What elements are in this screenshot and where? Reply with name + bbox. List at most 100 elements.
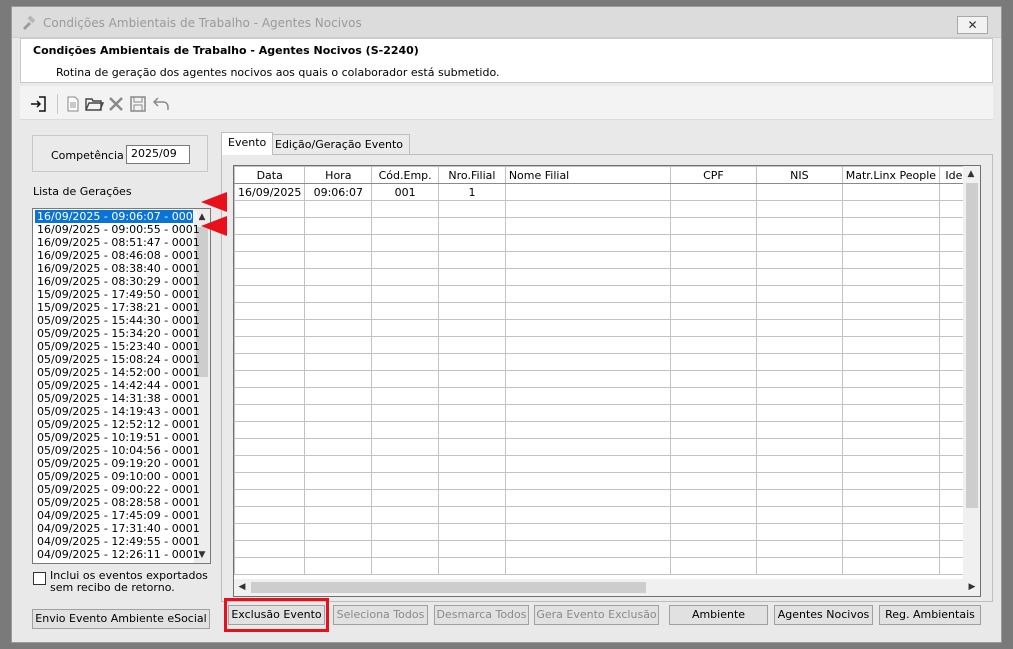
grid-hscroll-thumb[interactable] bbox=[251, 582, 646, 593]
exit-icon[interactable] bbox=[28, 94, 48, 114]
table-row[interactable] bbox=[234, 353, 980, 371]
geracao-list-item[interactable]: 16/09/2025 - 09:06:07 - 0001 bbox=[35, 210, 200, 223]
events-grid[interactable]: Data Hora Cód.Emp. Nro.Filial Nome Filial CPF… bbox=[233, 165, 981, 597]
geracao-list-item[interactable]: 05/09/2025 - 09:00:22 - 0001 bbox=[35, 483, 202, 496]
geracao-list-item[interactable]: 04/09/2025 - 12:49:55 - 0001 bbox=[35, 535, 202, 548]
table-cell bbox=[234, 319, 306, 337]
column-header[interactable]: Cód.Emp. bbox=[371, 166, 440, 184]
table-row[interactable] bbox=[234, 557, 980, 575]
table-row[interactable] bbox=[234, 285, 980, 303]
table-row[interactable] bbox=[234, 370, 980, 388]
reg-ambientais-button[interactable]: Reg. Ambientais bbox=[879, 605, 981, 625]
table-cell bbox=[755, 421, 843, 439]
geracao-list-item[interactable]: 05/09/2025 - 14:19:43 - 0001 bbox=[35, 405, 202, 418]
table-row[interactable] bbox=[234, 234, 980, 252]
geracao-list-item[interactable]: 16/09/2025 - 08:38:40 - 0001 bbox=[35, 262, 202, 275]
table-row[interactable] bbox=[234, 319, 980, 337]
geracao-list-item[interactable]: 05/09/2025 - 09:10:00 - 0001 bbox=[35, 470, 202, 483]
geracao-list-item[interactable]: 04/09/2025 - 17:31:40 - 0001 bbox=[35, 522, 202, 535]
delete-icon[interactable] bbox=[106, 94, 126, 114]
grid-horizontal-scrollbar[interactable]: ◀ ▶ bbox=[234, 579, 980, 596]
geracao-list-item[interactable]: 05/09/2025 - 08:28:58 - 0001 bbox=[35, 496, 202, 509]
tab-evento[interactable]: Evento bbox=[221, 132, 274, 155]
geracao-list-item[interactable]: 04/09/2025 - 17:45:09 - 0001 bbox=[35, 509, 202, 522]
table-row[interactable] bbox=[234, 421, 980, 439]
geracao-list-item[interactable]: 16/09/2025 - 09:00:55 - 0001 bbox=[35, 223, 202, 236]
grid-vscroll-thumb[interactable] bbox=[966, 183, 978, 508]
geracao-list-item[interactable]: 05/09/2025 - 10:19:51 - 0001 bbox=[35, 431, 202, 444]
geracao-list-item[interactable]: 05/09/2025 - 12:52:12 - 0001 bbox=[35, 418, 202, 431]
grid-scroll-up-icon[interactable]: ▲ bbox=[963, 166, 979, 182]
column-header[interactable]: Hora bbox=[304, 166, 373, 184]
open-folder-icon[interactable] bbox=[84, 94, 104, 114]
geracao-list-item[interactable]: 05/09/2025 - 14:31:38 - 0001 bbox=[35, 392, 202, 405]
table-cell bbox=[504, 200, 671, 218]
grid-scroll-left-icon[interactable]: ◀ bbox=[234, 579, 250, 595]
table-row[interactable] bbox=[234, 438, 980, 456]
info-header: Condições Ambientais de Trabalho - Agent… bbox=[20, 38, 993, 83]
geracao-list-item[interactable]: 05/09/2025 - 15:44:30 - 0001 bbox=[35, 314, 202, 327]
geracoes-list[interactable]: ▲ ▼ 16/09/2025 - 09:06:07 - 0001 16/09/20… bbox=[32, 208, 211, 564]
table-row[interactable] bbox=[234, 489, 980, 507]
competencia-input[interactable]: 2025/09 bbox=[126, 145, 190, 164]
geracao-list-item[interactable]: 05/09/2025 - 14:42:44 - 0001 bbox=[35, 379, 202, 392]
column-header[interactable]: CPF bbox=[669, 166, 757, 184]
desmarca-todos-button[interactable]: Desmarca Todos bbox=[434, 605, 529, 625]
geracao-list-item[interactable]: 15/09/2025 - 17:38:21 - 0001 bbox=[35, 301, 202, 314]
table-row[interactable] bbox=[234, 540, 980, 558]
close-button[interactable]: ✕ bbox=[957, 16, 988, 34]
grid-vertical-scrollbar[interactable]: ▲ bbox=[963, 166, 980, 581]
table-cell bbox=[755, 472, 843, 490]
geracao-list-item[interactable]: 05/09/2025 - 10:04:56 - 0001 bbox=[35, 444, 202, 457]
geracao-list-item[interactable]: 15/09/2025 - 17:49:50 - 0001 bbox=[35, 288, 202, 301]
geracao-list-item[interactable]: 16/09/2025 - 08:30:29 - 0001 bbox=[35, 275, 202, 288]
undo-icon[interactable] bbox=[151, 94, 171, 114]
table-row[interactable] bbox=[234, 455, 980, 473]
geracao-list-item[interactable]: 04/09/2025 - 12:26:11 - 0001 bbox=[35, 548, 202, 561]
red-arrows-icon bbox=[201, 192, 227, 236]
ambiente-button[interactable]: Ambiente bbox=[669, 605, 768, 625]
geracao-list-item[interactable]: 05/09/2025 - 15:08:24 - 0001 bbox=[35, 353, 202, 366]
table-row[interactable] bbox=[234, 472, 980, 490]
column-header[interactable]: Data bbox=[234, 166, 306, 184]
table-cell bbox=[841, 506, 941, 524]
table-row[interactable] bbox=[234, 387, 980, 405]
table-row[interactable] bbox=[234, 506, 980, 524]
table-cell bbox=[841, 370, 941, 388]
table-row[interactable] bbox=[234, 268, 980, 286]
table-row[interactable] bbox=[234, 404, 980, 422]
table-row[interactable] bbox=[234, 523, 980, 541]
table-row[interactable] bbox=[234, 217, 980, 235]
geracao-list-item[interactable]: 05/09/2025 - 14:52:00 - 0001 bbox=[35, 366, 202, 379]
table-row[interactable] bbox=[234, 251, 980, 269]
agentes-nocivos-button[interactable]: Agentes Nocivos bbox=[774, 605, 873, 625]
new-document-icon[interactable] bbox=[63, 94, 83, 114]
geracao-list-item[interactable]: 05/09/2025 - 15:34:20 - 0001 bbox=[35, 327, 202, 340]
seleciona-todos-button[interactable]: Seleciona Todos bbox=[333, 605, 428, 625]
table-cell bbox=[504, 217, 671, 235]
table-row[interactable]: 16/09/2025 09:06:07 001 1 bbox=[234, 183, 980, 201]
geracao-list-item[interactable]: 05/09/2025 - 09:19:20 - 0001 bbox=[35, 457, 202, 470]
gera-evento-exclusao-button[interactable]: Gera Evento Exclusão bbox=[534, 605, 659, 625]
table-cell bbox=[504, 285, 671, 303]
table-cell bbox=[234, 353, 306, 371]
save-icon[interactable] bbox=[128, 94, 148, 114]
table-row[interactable] bbox=[234, 200, 980, 218]
geracao-list-item[interactable]: 05/09/2025 - 15:23:40 - 0001 bbox=[35, 340, 202, 353]
table-cell bbox=[755, 183, 843, 201]
geracao-list-item[interactable]: 16/09/2025 - 08:46:08 - 0001 bbox=[35, 249, 202, 262]
grid-scroll-right-icon[interactable]: ▶ bbox=[964, 579, 980, 595]
table-row[interactable] bbox=[234, 336, 980, 354]
column-header[interactable]: NIS bbox=[755, 166, 843, 184]
include-exported-checkbox[interactable] bbox=[33, 572, 46, 585]
geracao-list-item[interactable]: 16/09/2025 - 08:51:47 - 0001 bbox=[35, 236, 202, 249]
table-cell bbox=[304, 506, 373, 524]
table-cell bbox=[841, 472, 941, 490]
envio-evento-button[interactable]: Envio Evento Ambiente eSocial bbox=[32, 609, 210, 629]
table-row[interactable] bbox=[234, 302, 980, 320]
tab-edicao-geracao[interactable]: Edição/Geração Evento bbox=[268, 134, 411, 155]
column-header[interactable]: Nome Filial bbox=[504, 166, 671, 184]
column-header[interactable]: Nro.Filial bbox=[438, 166, 506, 184]
table-cell bbox=[304, 234, 373, 252]
column-header[interactable]: Matr.Linx People bbox=[841, 166, 941, 184]
